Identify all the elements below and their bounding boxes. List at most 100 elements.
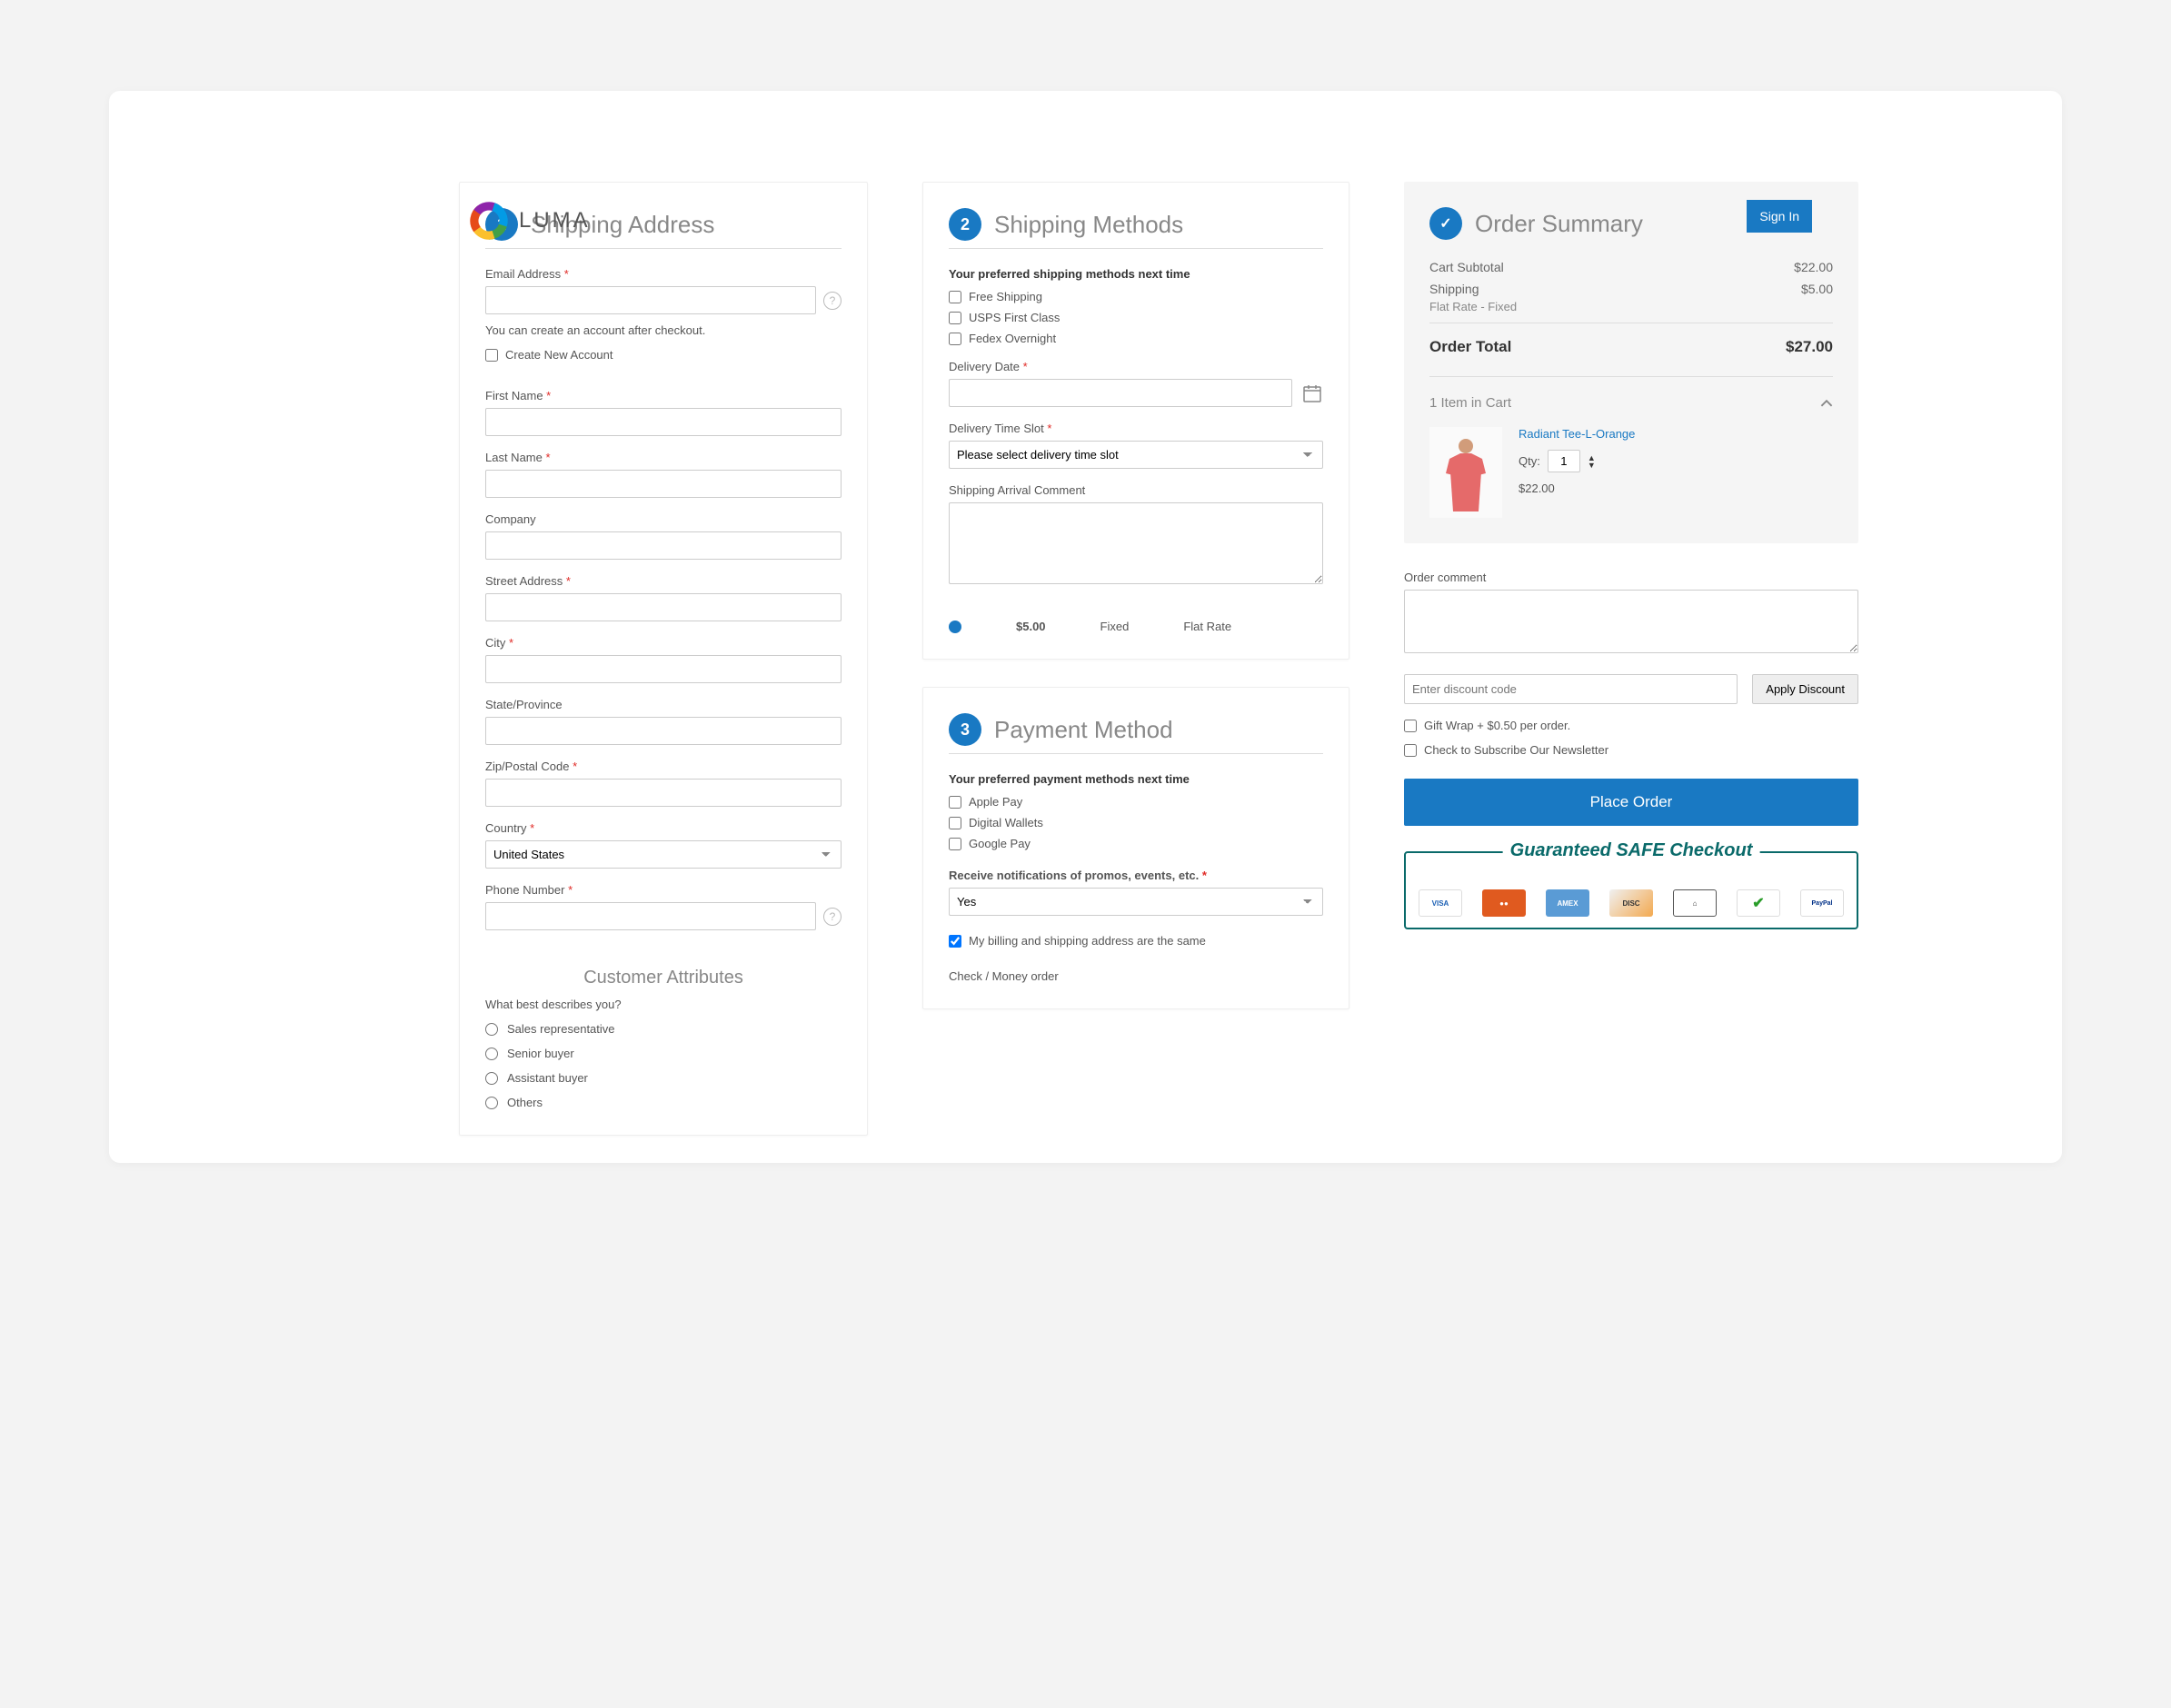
attr-opt-2-label: Assistant buyer	[507, 1071, 588, 1085]
attr-opt-3-label: Others	[507, 1096, 543, 1109]
attr-opt-1-radio[interactable]	[485, 1048, 498, 1060]
ship-rate-price: $5.00	[1016, 620, 1046, 633]
same-address-label: My billing and shipping address are the …	[969, 934, 1206, 948]
items-head[interactable]: 1 Item in Cart	[1429, 395, 1511, 411]
discover-icon: DISC	[1609, 889, 1653, 917]
customer-attrs-question: What best describes you?	[485, 998, 842, 1011]
phone-input[interactable]	[485, 902, 816, 930]
newsletter-checkbox[interactable]	[1404, 744, 1417, 757]
pay-pref-0-checkbox[interactable]	[949, 796, 961, 809]
ship-pref-0-checkbox[interactable]	[949, 291, 961, 303]
order-comment-input[interactable]	[1404, 590, 1858, 653]
qty-input[interactable]	[1548, 450, 1580, 472]
pay-pref-2-checkbox[interactable]	[949, 838, 961, 850]
apply-discount-button[interactable]: Apply Discount	[1752, 674, 1858, 704]
country-label: Country	[485, 821, 842, 835]
place-order-button[interactable]: Place Order	[1404, 779, 1858, 826]
ship-pref-1-checkbox[interactable]	[949, 312, 961, 324]
signin-button[interactable]: Sign In	[1747, 200, 1812, 233]
city-label: City	[485, 636, 842, 650]
step-3-badge: 3	[949, 713, 981, 746]
phone-help-icon[interactable]: ?	[823, 908, 842, 926]
paypal-icon: PayPal	[1800, 889, 1844, 917]
total-value: $27.00	[1786, 338, 1833, 356]
email-label: Email Address	[485, 267, 842, 281]
customer-attrs-title: Customer Attributes	[485, 967, 842, 988]
luma-logo-icon	[468, 200, 510, 242]
giftwrap-checkbox[interactable]	[1404, 720, 1417, 732]
create-account-checkbox[interactable]	[485, 349, 498, 362]
delivery-slot-label: Delivery Time Slot	[949, 422, 1323, 435]
shipping-sum-sub: Flat Rate - Fixed	[1429, 300, 1517, 313]
ship-pref-label: Your preferred shipping methods next tim…	[949, 267, 1323, 281]
ship-pref-2-label: Fedex Overnight	[969, 332, 1056, 345]
email-input[interactable]	[485, 286, 816, 314]
product-image	[1429, 427, 1502, 518]
secure-icon: ✔	[1737, 889, 1780, 917]
pay-pref-1-checkbox[interactable]	[949, 817, 961, 829]
delivery-slot-select[interactable]: Please select delivery time slot	[949, 441, 1323, 469]
last-name-label: Last Name	[485, 451, 842, 464]
attr-opt-0-label: Sales representative	[507, 1022, 615, 1036]
shipping-methods-panel: 2 Shipping Methods Your preferred shippi…	[922, 182, 1349, 660]
ship-pref-2-checkbox[interactable]	[949, 333, 961, 345]
pay-pref-label: Your preferred payment methods next time	[949, 772, 1323, 786]
pay-pref-0-label: Apple Pay	[969, 795, 1022, 809]
app-card: LUMA Sign In 1 Shipping Address Email Ad…	[109, 91, 2062, 1163]
visa-icon: VISA	[1419, 889, 1462, 917]
ship-pref-1-label: USPS First Class	[969, 311, 1060, 324]
city-input[interactable]	[485, 655, 842, 683]
safe-checkout-box: Guaranteed SAFE Checkout VISA ●● AMEX DI…	[1404, 851, 1858, 929]
brand-name: LUMA	[519, 208, 591, 233]
step-3-title: Payment Method	[994, 716, 1173, 744]
notif-label: Receive notifications of promos, events,…	[949, 869, 1323, 882]
shipping-sum-label: Shipping	[1429, 282, 1479, 296]
zip-input[interactable]	[485, 779, 842, 807]
delivery-date-input[interactable]	[949, 379, 1292, 407]
item-price: $22.00	[1519, 482, 1635, 495]
ship-rate-method: Flat Rate	[1183, 620, 1231, 633]
authorize-icon: ⌂	[1673, 889, 1717, 917]
cart-item: Radiant Tee-L-Orange Qty: ▲▼ $22.00	[1429, 427, 1833, 518]
subtotal-label: Cart Subtotal	[1429, 260, 1504, 274]
create-account-label: Create New Account	[505, 348, 613, 362]
first-name-input[interactable]	[485, 408, 842, 436]
same-address-checkbox[interactable]	[949, 935, 961, 948]
zip-label: Zip/Postal Code	[485, 760, 842, 773]
discount-input[interactable]	[1404, 674, 1738, 704]
ship-pref-0-label: Free Shipping	[969, 290, 1042, 303]
calendar-icon[interactable]	[1301, 382, 1323, 404]
last-name-input[interactable]	[485, 470, 842, 498]
payment-method-text: Check / Money order	[949, 969, 1323, 983]
attr-opt-1-label: Senior buyer	[507, 1047, 574, 1060]
order-comment-label: Order comment	[1404, 571, 1858, 584]
notif-select[interactable]: Yes	[949, 888, 1323, 916]
first-name-label: First Name	[485, 389, 842, 402]
ship-comment-input[interactable]	[949, 502, 1323, 584]
shipping-sum-value: $5.00	[1801, 282, 1833, 296]
pay-pref-1-label: Digital Wallets	[969, 816, 1043, 829]
product-name[interactable]: Radiant Tee-L-Orange	[1519, 427, 1635, 441]
attr-opt-2-radio[interactable]	[485, 1072, 498, 1085]
state-input[interactable]	[485, 717, 842, 745]
pay-pref-2-label: Google Pay	[969, 837, 1031, 850]
payment-panel: 3 Payment Method Your preferred payment …	[922, 687, 1349, 1009]
street-label: Street Address	[485, 574, 842, 588]
email-hint: You can create an account after checkout…	[485, 323, 842, 337]
ship-rate-radio[interactable]	[949, 621, 961, 633]
attr-opt-3-radio[interactable]	[485, 1097, 498, 1109]
subtotal-value: $22.00	[1794, 260, 1833, 274]
amex-icon: AMEX	[1546, 889, 1589, 917]
company-input[interactable]	[485, 531, 842, 560]
street-input[interactable]	[485, 593, 842, 621]
email-help-icon[interactable]: ?	[823, 292, 842, 310]
logo: LUMA	[468, 200, 591, 242]
chevron-up-icon[interactable]	[1820, 397, 1833, 410]
delivery-date-label: Delivery Date	[949, 360, 1323, 373]
qty-stepper[interactable]: ▲▼	[1588, 454, 1596, 469]
ship-comment-label: Shipping Arrival Comment	[949, 483, 1323, 497]
phone-label: Phone Number	[485, 883, 842, 897]
country-select[interactable]: United States	[485, 840, 842, 869]
attr-opt-0-radio[interactable]	[485, 1023, 498, 1036]
shipping-address-panel: 1 Shipping Address Email Address ? You c…	[459, 182, 868, 1136]
